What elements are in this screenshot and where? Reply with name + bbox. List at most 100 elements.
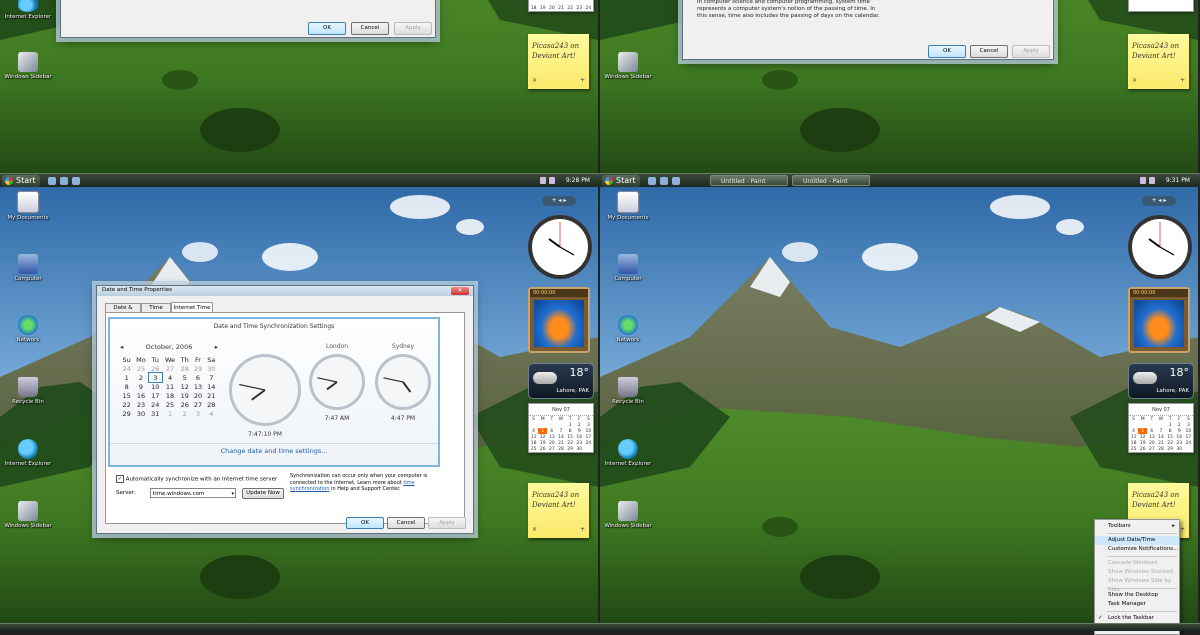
- auto-sync-checkbox[interactable]: ✓: [116, 475, 124, 483]
- calendar-day[interactable]: 30: [133, 409, 148, 418]
- ok-button[interactable]: OK: [308, 22, 346, 35]
- calendar-day[interactable]: 13: [191, 382, 204, 391]
- calendar-day[interactable]: 28: [1156, 446, 1165, 452]
- note-close-icon[interactable]: ×: [532, 76, 537, 86]
- calendar-day[interactable]: 26: [178, 400, 191, 409]
- calendar-day[interactable]: 19: [178, 391, 191, 400]
- sidebar-nav[interactable]: + ◂ ▸: [1142, 196, 1176, 206]
- clock-gadget[interactable]: [527, 214, 593, 280]
- note-add-icon[interactable]: +: [580, 76, 585, 86]
- calendar-day[interactable]: 22: [120, 400, 133, 409]
- calendar-day[interactable]: 11: [162, 382, 178, 391]
- calendar-gadget-grid[interactable]: S M T W T F S 1 2 3 4 5 6 7 8 9 10 11 12 13 14 15 16 17 18 19 20 21…: [1129, 416, 1193, 452]
- menu-item[interactable]: Adjust Date/Time: [1095, 536, 1179, 545]
- calendar-day[interactable]: [584, 446, 593, 452]
- sticky-note-gadget[interactable]: Picasa243 on Deviant Art! × +: [528, 483, 589, 538]
- calendar-day[interactable]: 29: [566, 446, 575, 452]
- calendar-day[interactable]: 24: [149, 400, 162, 409]
- month-calendar[interactable]: ◂ October, 2006 ▸ Su Mo Tu We Th Fr Sa 24 25 26 27…: [120, 343, 218, 418]
- calendar-day[interactable]: 16: [133, 391, 148, 400]
- calendar-day[interactable]: 25: [133, 364, 148, 373]
- apply-button[interactable]: Apply: [428, 517, 466, 529]
- calendar-gadget-partial[interactable]: 18 19 20 21 22 23 24: [528, 0, 594, 12]
- auto-sync-row[interactable]: ✓ Automatically synchronize with an Inte…: [116, 475, 277, 483]
- desktop-icon-internet-explorer[interactable]: Internet Explorer: [600, 439, 656, 467]
- show-desktop-icon[interactable]: [648, 177, 656, 185]
- calendar-day[interactable]: 30: [1175, 446, 1184, 452]
- cancel-button[interactable]: Cancel: [387, 517, 425, 529]
- tray-clock[interactable]: 9:28 PM: [566, 175, 590, 187]
- ie-quicklaunch-icon[interactable]: [672, 177, 680, 185]
- desktop-icon-computer[interactable]: Computer: [600, 254, 656, 282]
- update-now-button[interactable]: Update Now: [242, 488, 284, 499]
- calendar-day[interactable]: 1: [162, 409, 178, 418]
- calendar-day[interactable]: 12: [178, 382, 191, 391]
- server-select[interactable]: time.windows.com ▾: [150, 488, 236, 498]
- menu-item[interactable]: Cascade Windows: [1095, 559, 1179, 568]
- cancel-button[interactable]: Cancel: [970, 45, 1008, 58]
- calendar-day[interactable]: 8: [120, 382, 133, 391]
- slideshow-gadget[interactable]: 00:00:00: [1128, 287, 1190, 353]
- menu-item[interactable]: Task Manager: [1095, 600, 1179, 609]
- desktop-icon-internet-explorer[interactable]: Internet Explorer: [0, 439, 56, 467]
- calendar-day[interactable]: 25: [529, 446, 538, 452]
- menu-item[interactable]: Show Windows Side by Side: [1095, 577, 1179, 593]
- calendar-day[interactable]: 26: [1138, 446, 1147, 452]
- calendar-day[interactable]: 15: [120, 391, 133, 400]
- calendar-day[interactable]: 6: [191, 373, 204, 382]
- calendar-day[interactable]: 29: [191, 364, 204, 373]
- network-tray-icon[interactable]: [540, 177, 546, 184]
- calendar-day[interactable]: 2: [178, 409, 191, 418]
- start-button[interactable]: Start: [602, 175, 640, 187]
- menu-item[interactable]: Show the Desktop: [1095, 591, 1179, 600]
- calendar-day[interactable]: 27: [1147, 446, 1156, 452]
- note-close-icon[interactable]: ×: [532, 525, 537, 535]
- calendar-day[interactable]: 20: [191, 391, 204, 400]
- desktop-icon-network[interactable]: Network: [600, 315, 656, 343]
- apply-button[interactable]: Apply: [1012, 45, 1050, 58]
- desktop-icon-windows-sidebar[interactable]: Windows Sidebar: [0, 52, 56, 80]
- desktop-icon-windows-sidebar[interactable]: Windows Sidebar: [600, 52, 656, 80]
- tray-clock[interactable]: 9:31 PM: [1166, 175, 1190, 187]
- menu-item[interactable]: Toolbars ▸: [1095, 522, 1179, 531]
- calendar-day[interactable]: 27: [162, 364, 178, 373]
- calendar-day[interactable]: 17: [149, 391, 162, 400]
- weather-gadget[interactable]: 18° Lahore, PAK: [528, 363, 594, 399]
- calendar-day[interactable]: 25: [1129, 446, 1138, 452]
- calendar-gadget-partial[interactable]: [1128, 0, 1194, 12]
- menu-item[interactable]: Show Windows Stacked: [1095, 568, 1179, 577]
- calendar-day[interactable]: 1: [120, 373, 133, 382]
- show-desktop-icon[interactable]: [48, 177, 56, 185]
- weather-gadget[interactable]: 18° Lahore, PAK: [1128, 363, 1194, 399]
- calendar-gadget[interactable]: Nov 07 S M T W T F S 1 2 3 4 5 6 7 8 9 10 11 12 13 14 15 16 17 18…: [528, 403, 594, 453]
- calendar-day[interactable]: 24: [120, 364, 133, 373]
- calendar-day[interactable]: 30: [205, 364, 218, 373]
- desktop-icon-network[interactable]: Network: [0, 315, 56, 343]
- desktop-icon-my-documents[interactable]: My Documents: [600, 191, 656, 221]
- sticky-note-gadget[interactable]: Picasa243 on Deviant Art! × +: [1128, 34, 1189, 89]
- desktop-icon-recycle-bin[interactable]: Recycle Bin: [0, 377, 56, 405]
- calendar-day[interactable]: 18: [162, 391, 178, 400]
- note-add-icon[interactable]: +: [580, 525, 585, 535]
- desktop-icon-windows-sidebar[interactable]: Windows Sidebar: [600, 501, 656, 529]
- taskbar-button-paint[interactable]: Untitled - Paint: [792, 175, 870, 186]
- calendar-day[interactable]: 14: [205, 382, 218, 391]
- sticky-note-gadget[interactable]: Picasa243 on Deviant Art! × +: [528, 34, 589, 89]
- change-date-time-link[interactable]: Change date and time settings...: [110, 447, 438, 455]
- ie-quicklaunch-icon[interactable]: [72, 177, 80, 185]
- calendar-day[interactable]: 26: [149, 364, 162, 373]
- close-icon[interactable]: ✕: [451, 287, 469, 295]
- clock-gadget[interactable]: [1127, 214, 1193, 280]
- menu-item[interactable]: Customize Notifications...: [1095, 545, 1179, 554]
- volume-tray-icon[interactable]: [549, 177, 555, 184]
- switch-windows-icon[interactable]: [60, 177, 68, 185]
- calendar-day[interactable]: 29: [120, 409, 133, 418]
- calendar-day[interactable]: 31: [149, 409, 162, 418]
- taskbar-button-paint[interactable]: Untitled - Paint: [710, 175, 788, 186]
- calendar-day[interactable]: 3: [191, 409, 204, 418]
- calendar-day[interactable]: 7: [205, 373, 218, 382]
- calendar-day[interactable]: 25: [162, 400, 178, 409]
- note-add-icon[interactable]: +: [1180, 525, 1185, 535]
- note-close-icon[interactable]: ×: [1132, 76, 1137, 86]
- cancel-button[interactable]: Cancel: [351, 22, 389, 35]
